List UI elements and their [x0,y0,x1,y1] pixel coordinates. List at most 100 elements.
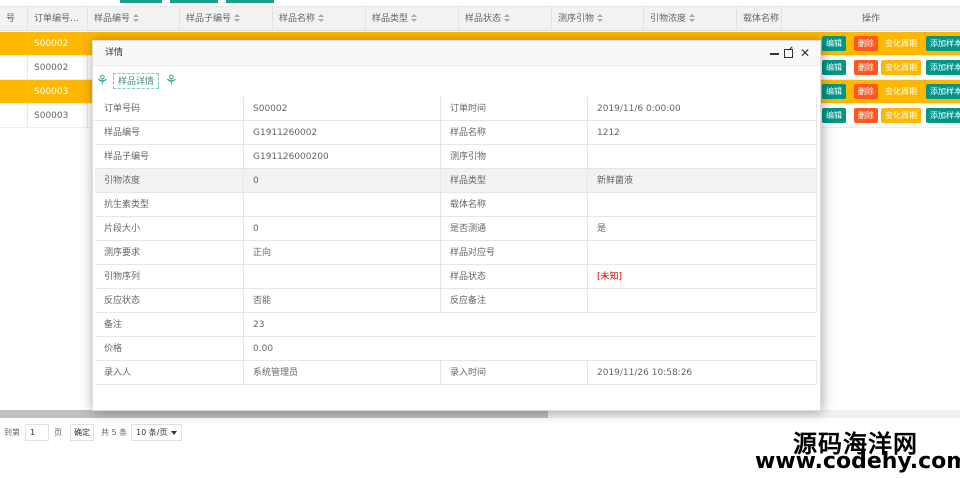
detail-value [588,241,817,265]
cell-no [0,80,28,104]
status-value: [未知] [588,265,817,289]
sort-icon[interactable] [411,14,418,23]
detail-key: 订单时间 [441,97,588,121]
col-header-label: 引物浓度 [650,14,687,24]
detail-key: 测序引物 [441,145,588,169]
detail-key: 是否测通 [441,217,588,241]
edit-button[interactable]: 编辑 [822,36,846,51]
sort-icon[interactable] [689,14,696,23]
maximize-icon[interactable] [783,41,795,66]
add-sample-button[interactable]: 添加样本 [926,108,960,123]
delete-button[interactable]: 删除 [854,84,878,99]
col-header-label: 操作 [861,14,880,24]
edit-button[interactable]: 编辑 [822,60,846,75]
detail-key: 测序要求 [95,241,244,265]
delete-button[interactable]: 删除 [854,60,878,75]
edit-button[interactable]: 编辑 [822,108,846,123]
detail-value: 2019/11/26 10:58:26 [588,361,817,385]
minimize-icon[interactable] [769,41,781,66]
col-header-sample-no[interactable]: 样品编号 [88,7,180,31]
col-header-vector[interactable]: 载体名称 [737,7,782,31]
sort-icon[interactable] [597,14,604,23]
cell-order-no: S00003 [28,104,88,128]
sort-icon[interactable] [318,14,325,23]
detail-value: 新鲜菌液 [588,169,817,193]
sort-icon[interactable] [133,14,140,23]
detail-value: G191126000200 [244,145,441,169]
detail-key: 录入时间 [441,361,588,385]
col-header-primer[interactable]: 测序引物 [552,7,644,31]
col-header-order-no[interactable]: 订单编号... [28,7,88,31]
detail-row: 反应状态 否能 反应备注 [95,289,817,313]
page-size-value: 10 条/页 [136,428,168,437]
detail-value: G1911260002 [244,121,441,145]
add-sample-button[interactable]: 添加样本 [926,36,960,51]
col-header-label: 载体名称 [743,14,780,24]
col-header-no[interactable]: 号 [0,7,28,31]
delete-button[interactable]: 删除 [854,108,878,123]
detail-key: 引物浓度 [95,169,244,193]
add-sample-button[interactable]: 添加样本 [926,60,960,75]
change-cycle-button[interactable]: 变化周期 [881,36,921,51]
detail-key: 引物序列 [95,265,244,289]
row-ops: 编辑 删除 变化周期 添加样本 [822,60,960,76]
detail-value: 2019/11/6 0:00:00 [588,97,817,121]
detail-value: 否能 [244,289,441,313]
detail-key: 样品状态 [441,265,588,289]
detail-row: 引物浓度 0 样品类型 新鲜菌液 [95,169,817,193]
row-ops: 编辑 删除 变化周期 添加样本 [822,108,960,124]
col-header-sample-type[interactable]: 样品类型 [366,7,459,31]
detail-value: 系统管理员 [244,361,441,385]
detail-key: 反应备注 [441,289,588,313]
col-header-label: 样品类型 [372,14,409,24]
toolbar-button-3[interactable] [226,0,274,3]
detail-value: 23 [253,320,265,330]
col-header-label: 号 [6,14,16,24]
change-cycle-button[interactable]: 变化周期 [881,84,921,99]
scrollbar-thumb[interactable] [0,410,548,418]
detail-key: 录入人 [95,361,244,385]
cell-order-no: S00003 [28,80,88,104]
detail-key: 样品类型 [441,169,588,193]
add-sample-button[interactable]: 添加样本 [926,84,960,99]
detail-value: 正向 [244,241,441,265]
page-input[interactable]: 1 [25,424,49,441]
horizontal-scrollbar[interactable] [0,410,960,418]
detail-value: 0 [244,217,441,241]
delete-button[interactable]: 删除 [854,36,878,51]
detail-key: 载体名称 [441,193,588,217]
detail-row: 样品子编号 G191126000200 测序引物 [95,145,817,169]
detail-key: 样品子编号 [95,145,244,169]
sort-icon[interactable] [234,14,241,23]
close-icon[interactable]: ✕ [799,41,811,66]
col-header-label: 样品编号 [94,14,131,24]
top-toolbar [0,0,960,3]
detail-value: 0 [244,169,441,193]
toolbar-button-2[interactable] [170,0,218,3]
detail-row: 抗生素类型 载体名称 [95,193,817,217]
edit-button[interactable]: 编辑 [822,84,846,99]
col-header-sample-name[interactable]: 样品名称 [273,7,366,31]
change-cycle-button[interactable]: 变化周期 [881,60,921,75]
col-header-primer-conc[interactable]: 引物浓度 [644,7,737,31]
detail-row: 测序要求 正向 样品对应号 [95,241,817,265]
dialog-title: 详情 [105,48,124,58]
col-header-sub-no[interactable]: 样品子编号 [180,7,273,31]
confirm-button[interactable]: 确定 [70,424,94,441]
ornament-left-icon: ⚘ [96,73,109,89]
cell-no [0,56,28,80]
change-cycle-button[interactable]: 变化周期 [881,108,921,123]
section-title-label: 样品详情 [113,73,160,89]
detail-row: 录入人 系统管理员 录入时间 2019/11/26 10:58:26 [95,361,817,385]
detail-value: 1212 [588,121,817,145]
col-header-sample-status[interactable]: 样品状态 [459,7,552,31]
detail-key: 抗生素类型 [95,193,244,217]
toolbar-button-1[interactable] [120,0,162,3]
col-header-label: 订单编号... [34,14,79,24]
sort-icon[interactable] [504,14,511,23]
watermark-line2: www.codehy.com [755,449,960,474]
row-ops: 编辑 删除 变化周期 添加样本 [822,36,960,52]
row-ops: 编辑 删除 变化周期 添加样本 [822,84,960,100]
detail-value [588,145,817,169]
page-size-select[interactable]: 10 条/页 [131,424,182,441]
